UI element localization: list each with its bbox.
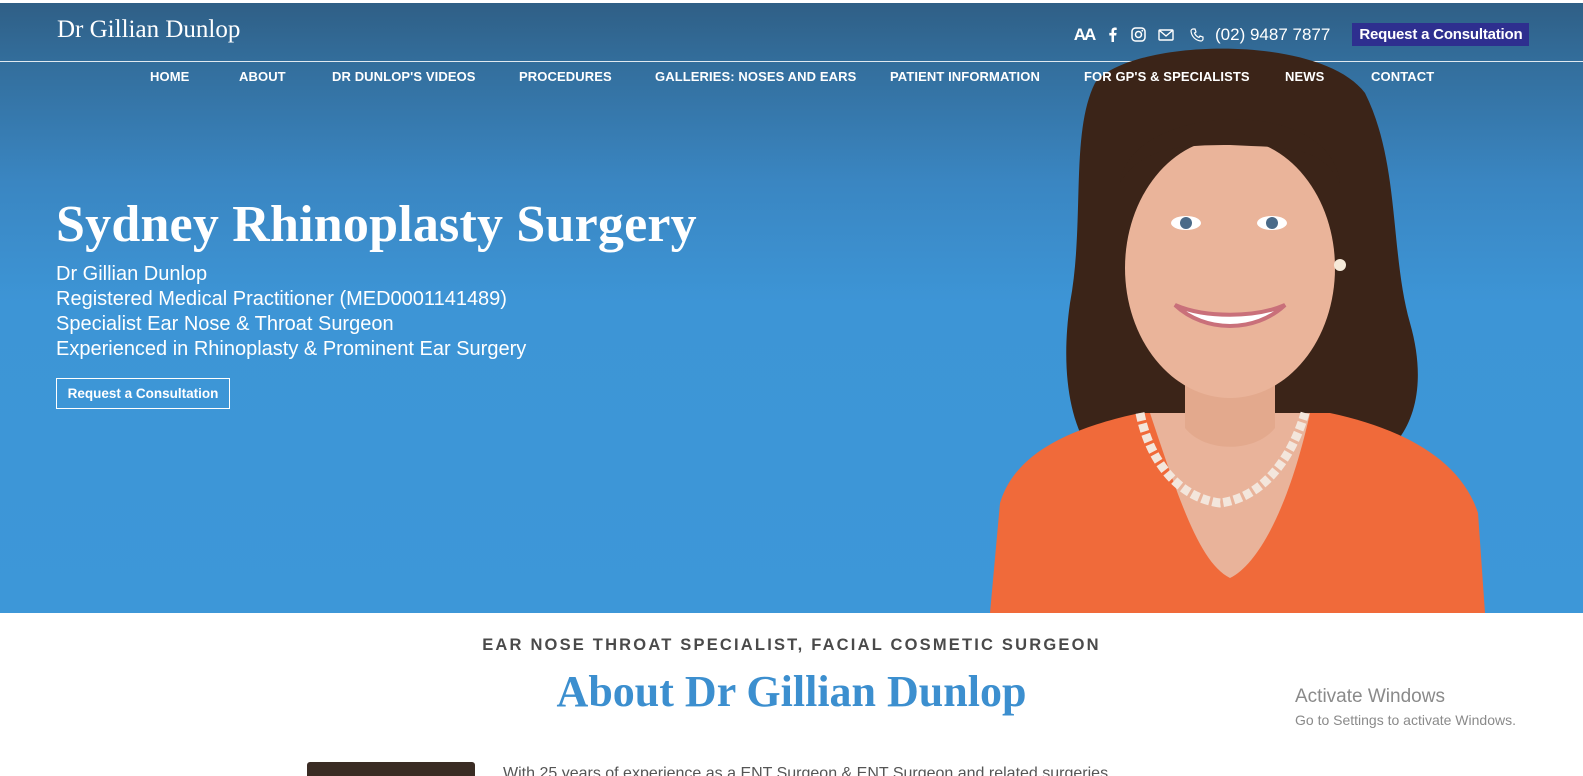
about-photo — [307, 762, 475, 776]
about-text: With 25 years of experience as a ENT Sur… — [503, 765, 1122, 776]
nav-item-news[interactable]: NEWS — [1285, 69, 1324, 84]
request-consultation-hero-button[interactable]: Request a Consultation — [56, 378, 230, 409]
hero-title: Sydney Rhinoplasty Surgery — [56, 196, 697, 253]
nav-item-videos[interactable]: DR DUNLOP'S VIDEOS — [332, 69, 476, 84]
hero-section: Dr Gillian Dunlop AA (02) 9487 7877 Requ… — [0, 3, 1583, 613]
watermark-line-1: Activate Windows — [1295, 686, 1445, 707]
nav-item-home[interactable]: HOME — [150, 69, 189, 84]
nav-item-patient-information[interactable]: PATIENT INFORMATION — [890, 69, 1040, 84]
nav-item-gps-specialists[interactable]: FOR GP'S & SPECIALISTS — [1084, 69, 1250, 84]
hero-credentials: Dr Gillian Dunlop Registered Medical Pra… — [56, 262, 526, 362]
site-title[interactable]: Dr Gillian Dunlop — [57, 16, 240, 44]
nav-item-galleries[interactable]: GALLERIES: NOSES AND EARS — [655, 69, 856, 84]
hero-line-name: Dr Gillian Dunlop — [56, 263, 208, 285]
hero-line-registration: Registered Medical Practitioner (MED0001… — [56, 288, 507, 310]
about-kicker: EAR NOSE THROAT SPECIALIST, FACIAL COSME… — [482, 636, 1101, 654]
nav-item-procedures[interactable]: PROCEDURES — [519, 69, 612, 84]
hero-line-experience: Experienced in Rhinoplasty & Prominent E… — [56, 338, 527, 360]
windows-activation-watermark: Activate Windows Go to Settings to activ… — [1295, 686, 1516, 728]
nav-item-about[interactable]: ABOUT — [239, 69, 286, 84]
watermark-line-2: Go to Settings to activate Windows. — [1295, 712, 1516, 728]
doctor-portrait-image — [990, 48, 1485, 613]
hero-line-specialty: Specialist Ear Nose & Throat Surgeon — [56, 313, 394, 335]
nav-item-contact[interactable]: CONTACT — [1371, 69, 1434, 84]
